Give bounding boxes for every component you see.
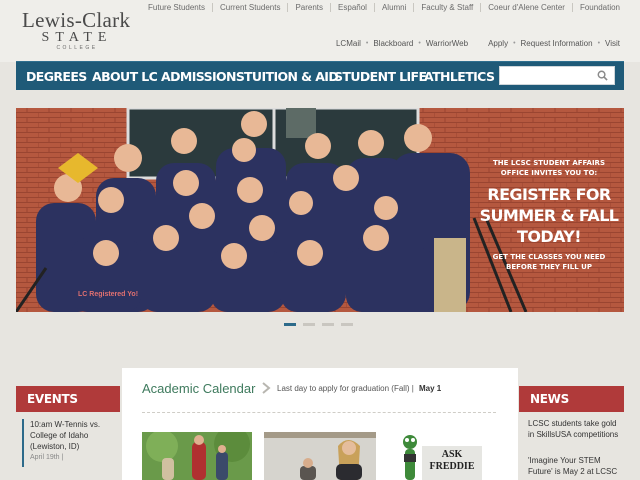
hero-headline-1: REGISTER FOR (487, 185, 611, 204)
secondary-nav: LCMail • Blackboard • WarriorWeb Apply •… (331, 39, 620, 48)
link-visit[interactable]: Visit (600, 39, 620, 48)
calendar-event-date: May 1 (419, 384, 442, 393)
nav-about-lc[interactable]: ABOUT LC (92, 62, 158, 91)
search-icon[interactable] (597, 70, 608, 81)
nav-admissions[interactable]: ADMISSIONS (161, 62, 245, 91)
news-heading[interactable]: NEWS (519, 386, 624, 412)
nav-student-life[interactable]: STUDENT LIFE (334, 62, 427, 91)
ask-freddie-text: ASK FREDDIE (422, 449, 482, 473)
feature-photo-2 (264, 432, 376, 480)
ask-freddie-line2: FREDDIE (429, 461, 475, 472)
nav-athletics[interactable]: ATHLETICS (424, 62, 495, 91)
hero-intro-line1: THE LCSC STUDENT AFFAIRS (493, 159, 605, 167)
feature-thumb-2[interactable] (264, 432, 376, 480)
hero-shirt-label: LC Registered Yo! (78, 291, 139, 298)
header: Lewis-Clark STATE COLLEGE Future Student… (0, 0, 640, 62)
college-logo[interactable]: Lewis-Clark STATE COLLEGE (22, 8, 142, 52)
nav-degrees[interactable]: DEGREES (26, 62, 87, 91)
hero-intro: THE LCSC STUDENT AFFAIRS OFFICE INVITES … (474, 158, 624, 272)
chevron-right-icon (262, 382, 271, 394)
util-link-cda-center[interactable]: Coeur d'Alene Center (480, 3, 572, 12)
slider-dot-1[interactable] (284, 323, 296, 326)
hero-subline-1: GET THE CLASSES YOU NEED (492, 253, 606, 261)
nav-tuition-aid[interactable]: TUITION & AID (244, 62, 339, 91)
logo-college: COLLEGE (56, 45, 98, 51)
link-apply[interactable]: Apply (483, 39, 513, 48)
util-link-current-students[interactable]: Current Students (211, 3, 287, 12)
news-item[interactable]: LCSC students take gold in SkillsUSA com… (528, 418, 624, 440)
util-link-future-students[interactable]: Future Students (141, 3, 212, 12)
util-link-faculty-staff[interactable]: Faculty & Staff (413, 3, 480, 12)
feature-photo-1 (142, 432, 252, 480)
news-item[interactable]: 'Imagine Your STEM Future' is May 2 at L… (528, 455, 624, 477)
link-warriorweb[interactable]: WarriorWeb (421, 39, 473, 48)
link-lcmail[interactable]: LCMail (331, 39, 366, 48)
search-input[interactable] (500, 68, 595, 86)
logo-name: Lewis-Clark (22, 8, 131, 32)
calendar-panel: Academic Calendar Last day to apply for … (122, 368, 518, 480)
event-date: April 19th | (30, 454, 64, 461)
event-title: 10:am W-Tennis vs. College of Idaho (Lew… (30, 420, 101, 451)
slider-dot-3[interactable] (322, 323, 334, 326)
event-item[interactable]: 10:am W-Tennis vs. College of Idaho (Lew… (22, 419, 120, 467)
hero-subline-2: BEFORE THEY FILL UP (506, 263, 592, 271)
main-nav: DEGREES ABOUT LC ADMISSIONS TUITION & AI… (16, 61, 624, 90)
link-blackboard[interactable]: Blackboard (368, 39, 418, 48)
logo-state: STATE (41, 30, 113, 45)
slider-dot-2[interactable] (303, 323, 315, 326)
link-request-info[interactable]: Request Information (516, 39, 598, 48)
hero-headline-3: TODAY! (517, 227, 582, 246)
events-heading[interactable]: EVENTS (16, 386, 120, 412)
util-link-foundation[interactable]: Foundation (571, 3, 620, 12)
search-box (499, 66, 615, 86)
divider (142, 412, 496, 413)
calendar-event-text: Last day to apply for graduation (Fall) … (277, 384, 414, 393)
ask-freddie-line1: ASK (441, 449, 463, 460)
util-link-alumni[interactable]: Alumni (373, 3, 413, 12)
util-link-parents[interactable]: Parents (287, 3, 330, 12)
slider-pager (284, 323, 353, 326)
feature-thumb-1[interactable] (142, 432, 252, 480)
calendar-title[interactable]: Academic Calendar (142, 381, 255, 396)
hero-intro-line2: OFFICE INVITES YOU TO: (500, 169, 598, 177)
hero-banner[interactable]: LC Registered Yo! THE LCSC STUDENT AFFAI… (16, 108, 624, 312)
hero-headline-2: SUMMER & FALL (479, 206, 619, 225)
util-link-espanol[interactable]: Español (330, 3, 374, 12)
ask-freddie-tile[interactable]: ASK FREDDIE (398, 432, 488, 480)
utility-nav: Future Students Current Students Parents… (141, 3, 620, 12)
slider-dot-4[interactable] (341, 323, 353, 326)
